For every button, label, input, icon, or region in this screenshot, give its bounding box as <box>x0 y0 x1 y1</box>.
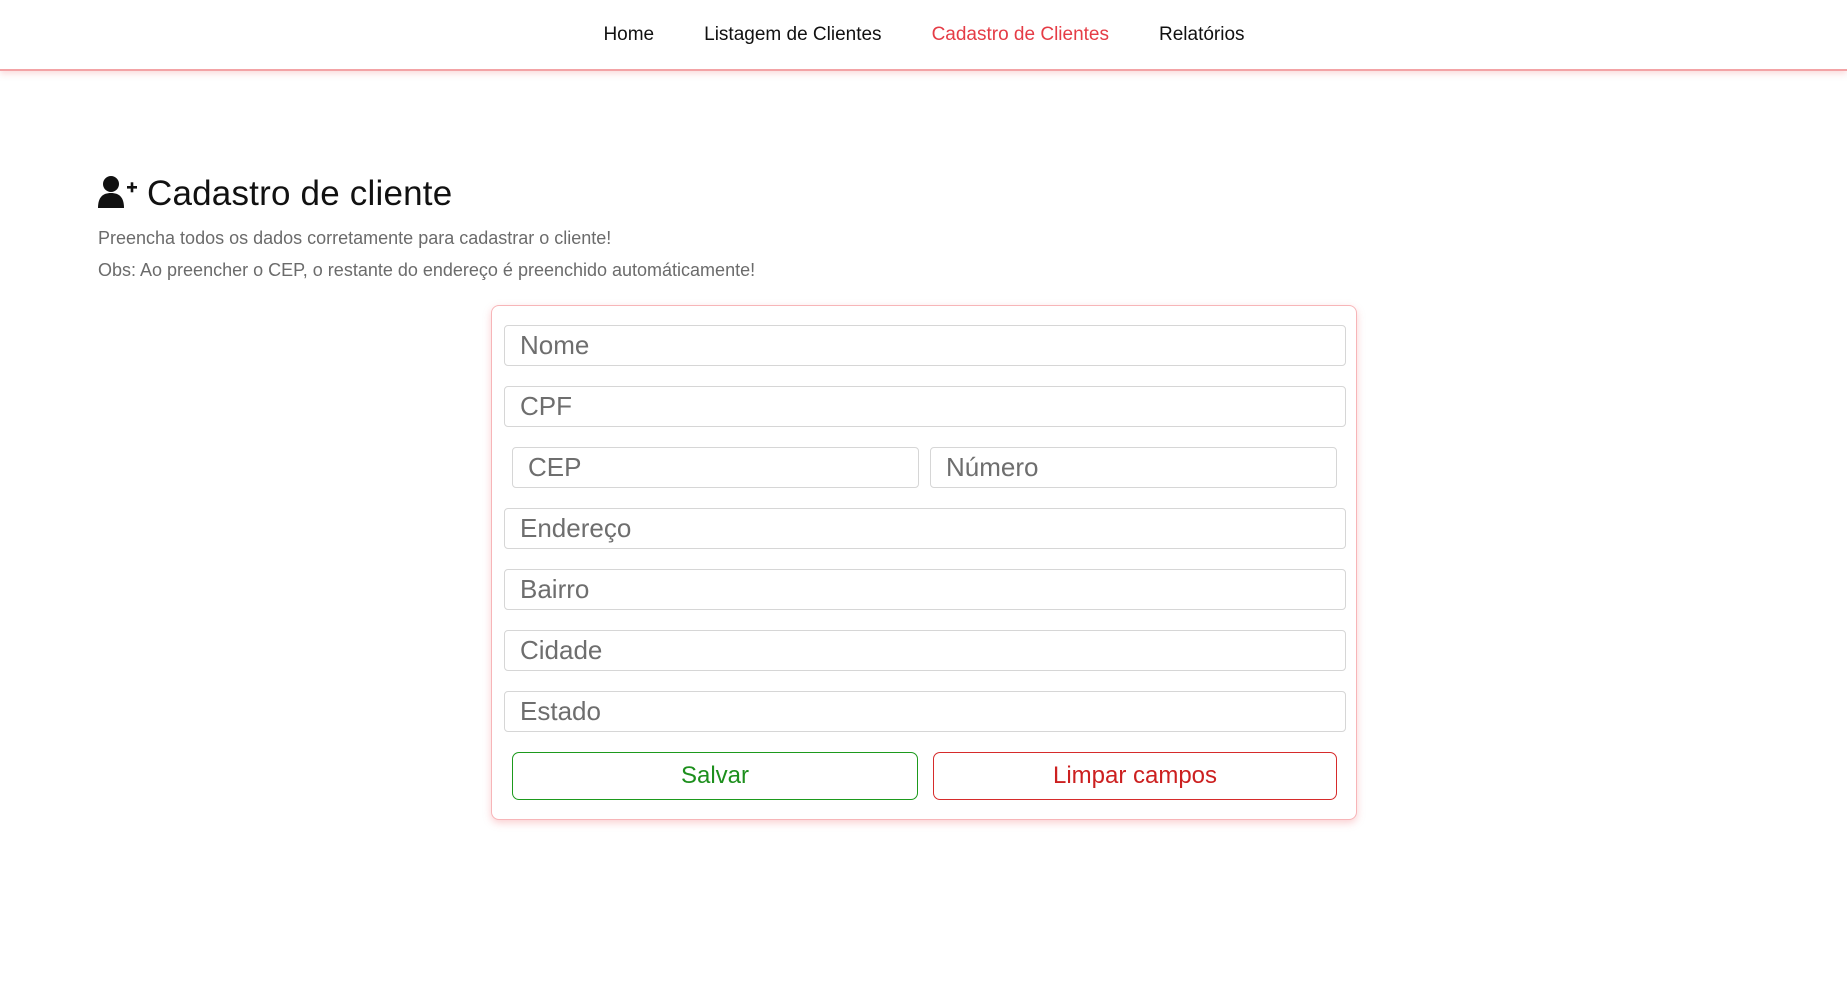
clear-fields-button[interactable]: Limpar campos <box>933 752 1337 800</box>
client-form: Salvar Limpar campos <box>491 305 1357 820</box>
page-note: Obs: Ao preencher o CEP, o restante do e… <box>98 260 756 280</box>
page-heading: Cadastro de cliente <box>147 174 453 213</box>
cidade-input[interactable] <box>504 630 1346 671</box>
nav-relatorios[interactable]: Relatórios <box>1159 24 1245 46</box>
user-plus-icon <box>97 175 139 214</box>
endereco-input[interactable] <box>504 508 1346 549</box>
page-subtitle: Preencha todos os dados corretamente par… <box>98 228 612 248</box>
page-title: Cadastro de cliente <box>97 174 452 214</box>
save-button[interactable]: Salvar <box>512 752 918 800</box>
bairro-input[interactable] <box>504 569 1346 610</box>
nav-listagem-clientes[interactable]: Listagem de Clientes <box>704 24 881 46</box>
nome-input[interactable] <box>504 325 1346 366</box>
nav-home[interactable]: Home <box>603 24 654 46</box>
cep-input[interactable] <box>512 447 919 488</box>
top-nav: Home Listagem de Clientes Cadastro de Cl… <box>0 0 1847 71</box>
estado-input[interactable] <box>504 691 1346 732</box>
cpf-input[interactable] <box>504 386 1346 427</box>
nav-cadastro-clientes[interactable]: Cadastro de Clientes <box>932 24 1109 46</box>
numero-input[interactable] <box>930 447 1337 488</box>
